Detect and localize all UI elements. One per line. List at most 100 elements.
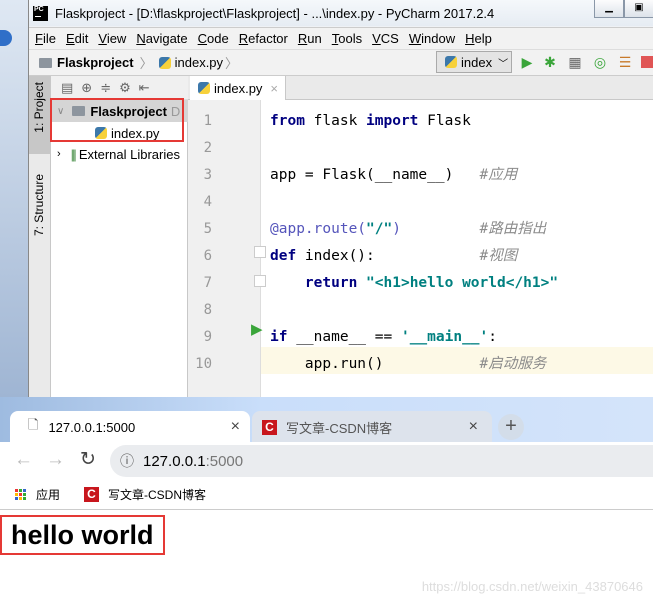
line-number: 10 — [195, 356, 212, 372]
locate-icon[interactable]: ⊕ — [81, 80, 92, 96]
menu-edit[interactable]: Edit — [66, 31, 88, 46]
bookmark-csdn[interactable]: 写文章-CSDN博客 — [108, 486, 206, 503]
concurrency-icon[interactable]: ☰ — [617, 54, 633, 70]
editor-tab-index[interactable]: index.py × — [190, 76, 286, 100]
breadcrumb-project[interactable]: Flaskproject — [57, 55, 134, 70]
back-icon[interactable]: ← — [14, 449, 33, 471]
line-number: 2 — [203, 140, 212, 156]
code-token: #启动服务 — [479, 356, 547, 372]
python-file-icon — [158, 56, 171, 69]
close-tab-icon[interactable]: × — [469, 418, 478, 436]
code-line[interactable]: return "<h1>hello world</h1>" — [270, 270, 653, 297]
code-token: : — [488, 329, 498, 345]
menu-bar: File Edit View Navigate Code Refactor Ru… — [29, 27, 653, 49]
minimize-button[interactable]: ▁ — [594, 0, 624, 18]
line-number: 3 — [203, 167, 212, 183]
tool-window-strip: 1: Project 7: Structure — [29, 76, 51, 397]
code-token: def — [270, 248, 297, 264]
python-icon — [445, 56, 457, 68]
project-view-icon[interactable]: ▤ — [61, 80, 73, 96]
run-configuration-select[interactable]: index ﹀ — [436, 51, 512, 73]
code-line[interactable] — [270, 189, 653, 216]
menu-help[interactable]: Help — [465, 31, 492, 46]
menu-view[interactable]: View — [98, 31, 126, 46]
menu-vcs[interactable]: VCS — [372, 31, 399, 46]
code-token: '__main__' — [400, 329, 489, 345]
code-line[interactable]: if __name__ == '__main__': — [270, 324, 653, 351]
breadcrumb-file[interactable]: index.py — [175, 55, 223, 70]
code-line[interactable]: def index(): #视图 — [270, 243, 653, 270]
url-port: :5000 — [205, 452, 244, 470]
run-icon[interactable]: ▶ — [519, 54, 535, 70]
code-token: #路由指出 — [479, 221, 547, 237]
editor-tabs: index.py × — [188, 76, 653, 100]
code-token: "<h1>hello world</h1>" — [366, 275, 559, 291]
code-token: #应用 — [479, 167, 518, 183]
editor-tab-label: index.py — [214, 80, 263, 96]
project-tool-tab[interactable]: 1: Project — [32, 82, 46, 133]
gear-icon[interactable]: ⚙ — [119, 80, 131, 96]
fold-icon[interactable] — [254, 275, 266, 287]
menu-refactor[interactable]: Refactor — [239, 31, 288, 46]
forward-icon[interactable]: → — [46, 449, 65, 471]
bookmark-apps[interactable]: 应用 — [36, 486, 60, 503]
code-token: #视图 — [479, 248, 518, 264]
profile-icon[interactable]: ◎ — [592, 54, 608, 70]
line-number: 9 — [203, 329, 212, 345]
python-file-icon — [198, 82, 210, 94]
code-line[interactable]: app.run() #启动服务 — [270, 351, 653, 378]
menu-navigate[interactable]: Navigate — [136, 31, 187, 46]
menu-code[interactable]: Code — [198, 31, 229, 46]
url-host: 127.0.0.1 — [143, 452, 206, 470]
menu-run[interactable]: Run — [298, 31, 322, 46]
chevron-right-icon: › — [57, 148, 61, 160]
run-config-label: index — [461, 54, 493, 70]
chevron-down-icon: ﹀ — [498, 58, 509, 70]
run-gutter-icon[interactable]: ▶ — [251, 320, 263, 338]
address-bar[interactable]: ⓘ 127.0.0.1:5000 — [110, 445, 653, 477]
coverage-icon[interactable]: ▦ — [567, 54, 583, 70]
page-heading: hello world — [0, 515, 165, 555]
close-tab-icon[interactable]: × — [231, 418, 240, 436]
folder-icon — [39, 57, 52, 68]
code-line[interactable]: app = Flask(__name__) #应用 — [270, 162, 653, 189]
bookmarks-bar: 应用 C 写文章-CSDN博客 — [0, 480, 653, 510]
hide-icon[interactable]: ⇤ — [139, 80, 150, 96]
library-icon: ||| — [70, 146, 77, 162]
title-bar: PC Flaskproject - [D:\flaskproject\Flask… — [29, 0, 653, 26]
code-editor: index.py × ▶ 1 from flask import Flask 2 3 a… — [188, 76, 653, 397]
navigation-bar: Flaskproject 〉 index.py 〉 — [29, 49, 653, 76]
code-token: return — [304, 275, 358, 291]
menu-tools[interactable]: Tools — [332, 31, 362, 46]
project-toolbar: ▤ ⊕ ≑ ⚙ ⇤ — [51, 76, 188, 100]
code-token: "/" — [366, 221, 393, 237]
breadcrumb-separator-icon: 〉 — [139, 56, 153, 71]
new-tab-button[interactable]: + — [498, 414, 524, 440]
maximize-button[interactable]: ▣ — [624, 0, 653, 18]
pycharm-window: PC Flaskproject - [D:\flaskproject\Flask… — [28, 0, 653, 397]
stop-icon[interactable] — [641, 56, 653, 68]
browser-tab-active[interactable]: 🗋 127.0.0.1:5000 × — [10, 411, 250, 443]
structure-tool-tab[interactable]: 7: Structure — [32, 174, 46, 236]
menu-window[interactable]: Window — [409, 31, 455, 46]
reload-icon[interactable]: ↻ — [80, 448, 96, 471]
tree-item-external-libraries[interactable]: › ||| External Libraries — [51, 143, 188, 165]
breadcrumb-separator-icon: 〉 — [225, 56, 239, 71]
collapse-icon[interactable]: ≑ — [100, 80, 111, 96]
fold-icon[interactable] — [254, 246, 266, 258]
browser-tab-inactive[interactable]: C 写文章-CSDN博客 × — [252, 411, 492, 443]
pycharm-logo-icon: PC — [33, 5, 48, 21]
code-line[interactable] — [270, 297, 653, 324]
close-icon[interactable]: × — [270, 81, 278, 96]
code-line[interactable]: @app.route("/") #路由指出 — [270, 216, 653, 243]
code-token: flask — [304, 113, 367, 129]
menu-file[interactable]: File — [35, 31, 56, 46]
code-line[interactable] — [270, 135, 653, 162]
debug-icon[interactable]: ✱ — [542, 54, 558, 70]
csdn-icon: C — [262, 419, 277, 435]
line-number: 6 — [203, 248, 212, 264]
line-number: 7 — [203, 275, 212, 291]
code-line[interactable]: from flask import Flask — [270, 108, 653, 135]
code-token: from — [270, 113, 305, 129]
